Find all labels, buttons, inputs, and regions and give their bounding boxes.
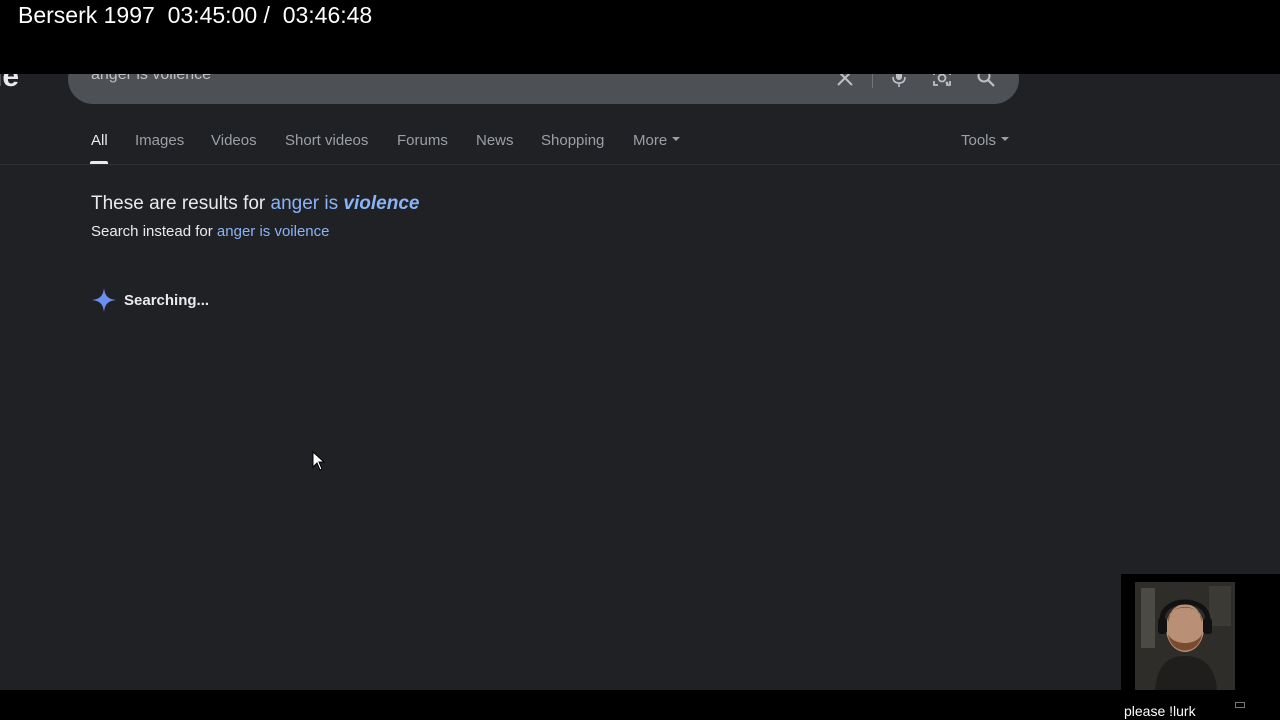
- google-logo[interactable]: le: [0, 74, 19, 94]
- webcam-overlay: please !lurk: [1121, 574, 1280, 720]
- original-query-link[interactable]: anger is voilence: [217, 223, 330, 240]
- gemini-spark-icon: [92, 288, 116, 312]
- tab-news[interactable]: News: [476, 132, 514, 149]
- search-results-page: le anger is voilence: [0, 74, 1280, 690]
- search-instead: Search instead for anger is voilence: [91, 223, 330, 240]
- search-input[interactable]: anger is voilence: [91, 74, 211, 84]
- webcam-caption: please !lurk: [1124, 703, 1196, 719]
- chevron-down-icon: [1001, 137, 1010, 142]
- chevron-down-icon: [672, 137, 681, 142]
- spelling-prefix: These are results for: [91, 193, 266, 214]
- tools-button[interactable]: Tools: [961, 132, 1010, 149]
- stream-overlay-title: Berserk 1997 03:45:00 / 03:46:48: [0, 0, 1280, 74]
- search-icon[interactable]: [976, 74, 996, 88]
- corrected-query-plain: anger is: [270, 193, 339, 214]
- microphone-icon[interactable]: [889, 74, 909, 88]
- spelling-correction: These are results for anger is violence: [91, 193, 419, 215]
- search-instead-prefix: Search instead for: [91, 223, 213, 240]
- tab-forums[interactable]: Forums: [397, 132, 448, 149]
- search-bar-divider: [872, 74, 873, 88]
- corrected-query-bold: violence: [343, 193, 420, 214]
- tools-label: Tools: [961, 132, 997, 149]
- clear-icon[interactable]: [835, 74, 855, 88]
- stream-time-current: 03:45:00 /: [167, 2, 270, 28]
- webcam-video: [1135, 582, 1235, 690]
- tab-more[interactable]: More: [633, 132, 681, 149]
- ai-overview-status: Searching...: [91, 287, 209, 313]
- active-tab-indicator: [90, 161, 108, 164]
- tab-shopping[interactable]: Shopping: [541, 132, 604, 149]
- streamer-avatar: [1135, 582, 1235, 690]
- camera-lens-icon[interactable]: [932, 74, 952, 88]
- tab-all[interactable]: All: [91, 132, 108, 149]
- mouse-cursor-icon: [312, 451, 326, 471]
- tab-short-videos[interactable]: Short videos: [285, 132, 368, 149]
- search-bar[interactable]: anger is voilence: [68, 74, 1019, 104]
- searching-label: Searching...: [124, 291, 210, 309]
- stream-bottom-bar: [0, 690, 1280, 720]
- stream-time-total: 03:46:48: [282, 2, 373, 28]
- tab-videos[interactable]: Videos: [211, 132, 257, 149]
- screen: Berserk 1997 03:45:00 / 03:46:48 le ange…: [0, 0, 1280, 720]
- search-tabs: All Images Videos Short videos Forums Ne…: [0, 129, 1280, 165]
- tab-more-label: More: [633, 132, 668, 149]
- corrected-query-link[interactable]: anger is violence: [271, 193, 420, 214]
- tab-images[interactable]: Images: [135, 132, 184, 149]
- caption-indicator-icon: [1235, 702, 1245, 708]
- stream-title: Berserk 1997: [18, 2, 155, 28]
